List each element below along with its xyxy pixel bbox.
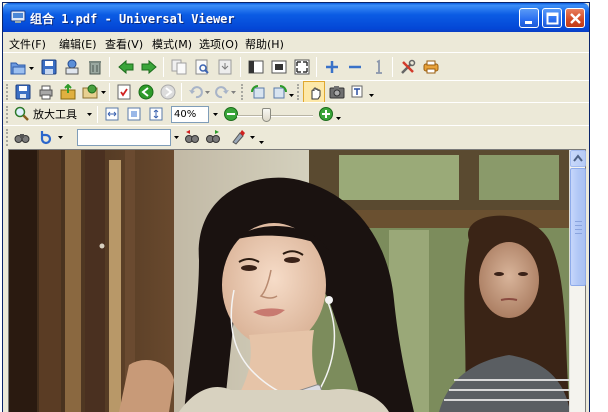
save-icon[interactable] xyxy=(38,56,60,78)
send-icon[interactable] xyxy=(79,81,101,103)
zoom-percent-dropdown-arrow[interactable] xyxy=(213,112,219,118)
fit-height-icon[interactable] xyxy=(145,103,167,125)
undo-icon[interactable] xyxy=(185,81,207,103)
vertical-scrollbar[interactable] xyxy=(569,150,586,412)
document-photo xyxy=(9,150,570,412)
search-engine-icon[interactable] xyxy=(36,126,58,148)
text-select-icon[interactable] xyxy=(348,81,370,103)
redo-icon[interactable] xyxy=(211,81,233,103)
document-view[interactable] xyxy=(8,149,586,412)
search-toolbar xyxy=(3,125,589,148)
menu-bar: 文件(F) 编辑(E) 查看(V) 模式(M) 选项(O) 帮助(H) xyxy=(3,32,589,52)
menu-edit[interactable]: 编辑(E) xyxy=(59,36,97,52)
back-arrow-icon[interactable] xyxy=(115,56,137,78)
app-icon xyxy=(10,10,26,24)
next-page-icon[interactable] xyxy=(157,81,179,103)
binoculars-icon[interactable] xyxy=(11,126,33,148)
rotate-left-icon[interactable] xyxy=(247,81,269,103)
find-previous-icon[interactable] xyxy=(181,126,203,148)
search-history-dropdown-arrow[interactable] xyxy=(174,135,180,141)
checkbox-icon[interactable] xyxy=(113,81,135,103)
open-dropdown-arrow[interactable] xyxy=(29,66,35,72)
save-as-icon[interactable] xyxy=(12,81,34,103)
main-toolbar xyxy=(3,52,589,80)
open-file-icon[interactable] xyxy=(7,56,29,78)
rotate-dropdown-arrow[interactable] xyxy=(289,93,295,99)
properties-icon[interactable] xyxy=(214,56,236,78)
zoom-out-minus-icon[interactable] xyxy=(344,56,366,78)
zoom-in-icon[interactable] xyxy=(315,103,337,125)
scroll-thumb[interactable] xyxy=(570,168,586,286)
actual-size-icon[interactable] xyxy=(367,56,389,78)
search-toolbar-overflow-arrow[interactable] xyxy=(259,140,265,146)
zoom-percent-input[interactable]: 40% xyxy=(171,106,209,123)
camera-icon[interactable] xyxy=(326,81,348,103)
tools-icon[interactable] xyxy=(397,56,419,78)
menu-mode[interactable]: 模式(M) xyxy=(152,36,192,52)
select-dropdown-arrow[interactable] xyxy=(369,93,375,99)
highlight-icon[interactable] xyxy=(227,126,249,148)
fit-page-icon[interactable] xyxy=(123,103,145,125)
copy-icon[interactable] xyxy=(168,56,190,78)
magnifier-icon[interactable] xyxy=(11,103,33,125)
prev-page-icon[interactable] xyxy=(135,81,157,103)
fit-width-icon[interactable] xyxy=(101,103,123,125)
highlight-dropdown-arrow[interactable] xyxy=(250,135,256,141)
send-dropdown-arrow[interactable] xyxy=(101,90,107,96)
rotate-right-icon[interactable] xyxy=(269,81,291,103)
zoom-tool-label[interactable]: 放大工具 xyxy=(33,106,77,122)
fullscreen-icon[interactable] xyxy=(291,56,313,78)
menu-view[interactable]: 查看(V) xyxy=(105,36,143,52)
settings-printer-icon[interactable] xyxy=(420,56,442,78)
recycle-bin-icon[interactable] xyxy=(84,56,106,78)
fit-window-icon[interactable] xyxy=(268,56,290,78)
print-preview-icon[interactable] xyxy=(191,56,213,78)
zoom-slider-thumb[interactable] xyxy=(262,108,272,122)
zoom-toolbar: 放大工具 40% xyxy=(3,102,589,125)
zoom-in-plus-icon[interactable] xyxy=(321,56,343,78)
search-input[interactable] xyxy=(77,129,171,146)
redo-dropdown-arrow[interactable] xyxy=(231,90,237,96)
scroll-up-button[interactable] xyxy=(570,150,586,167)
panel-view-icon[interactable] xyxy=(245,56,267,78)
hand-tool-icon[interactable] xyxy=(303,81,325,103)
window-title: 组合 1.pdf - Universal Viewer xyxy=(30,12,235,26)
menu-help[interactable]: 帮助(H) xyxy=(245,36,284,52)
app-window: 组合 1.pdf - Universal Viewer 文件(F) 编辑(E) … xyxy=(2,2,590,412)
zoom-slider-track[interactable] xyxy=(237,115,313,117)
close-button[interactable] xyxy=(565,8,585,28)
menu-options[interactable]: 选项(O) xyxy=(199,36,238,52)
zoom-toolbar-overflow-arrow[interactable] xyxy=(336,116,342,122)
maximize-button[interactable] xyxy=(542,8,562,28)
minimize-button[interactable] xyxy=(519,8,539,28)
print-icon[interactable] xyxy=(35,81,57,103)
zoom-tool-dropdown-arrow[interactable] xyxy=(87,112,93,118)
search-engine-dropdown-arrow[interactable] xyxy=(58,135,64,141)
secondary-toolbar xyxy=(3,80,589,103)
forward-arrow-icon[interactable] xyxy=(138,56,160,78)
menu-file[interactable]: 文件(F) xyxy=(9,36,46,52)
find-next-icon[interactable] xyxy=(202,126,224,148)
export-icon[interactable] xyxy=(57,81,79,103)
zoom-out-icon[interactable] xyxy=(220,103,242,125)
print-setup-icon[interactable] xyxy=(61,56,83,78)
title-bar[interactable]: 组合 1.pdf - Universal Viewer xyxy=(3,3,589,32)
